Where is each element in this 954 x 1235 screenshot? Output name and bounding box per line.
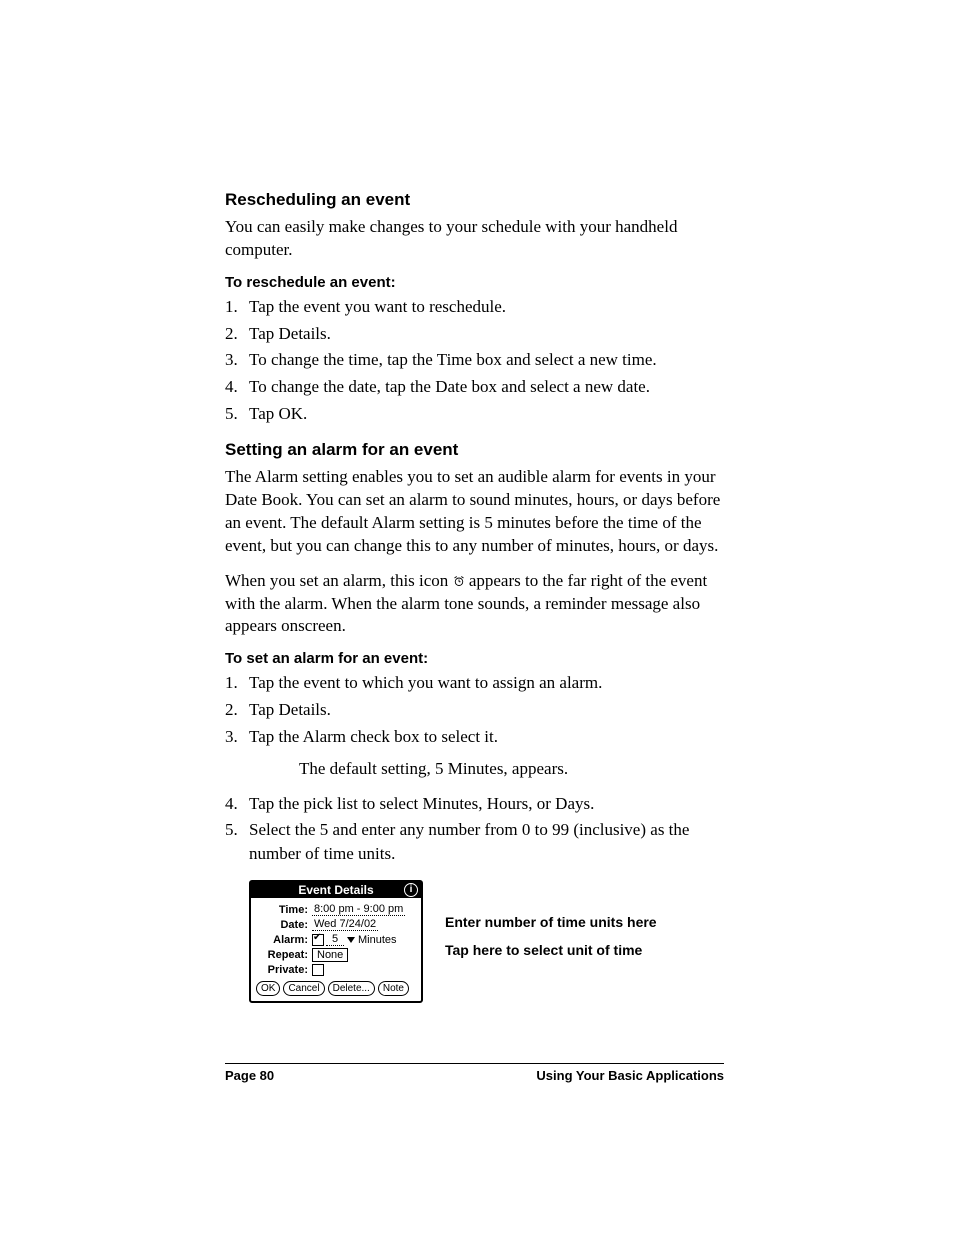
dialog-title: Event Details <box>298 883 373 897</box>
step: Select the 5 and enter any number from 0… <box>249 818 724 866</box>
ok-button[interactable]: OK <box>256 981 280 996</box>
heading-alarm: Setting an alarm for an event <box>225 440 724 460</box>
dialog-titlebar: Event Details i <box>251 882 421 898</box>
callout-enter-number: Enter number of time units here <box>445 914 657 932</box>
event-details-dialog: Event Details i Time: 8:00 pm - 9:00 pm … <box>249 880 423 1003</box>
para-alarm-2: When you set an alarm, this icon appears… <box>225 570 724 639</box>
label-date: Date: <box>256 919 312 931</box>
para-alarm-2a: When you set an alarm, this icon <box>225 571 453 590</box>
footer-chapter: Using Your Basic Applications <box>536 1068 724 1083</box>
checkbox-alarm[interactable] <box>312 934 324 946</box>
steps-reschedule: 1.Tap the event you want to reschedule. … <box>225 295 724 426</box>
field-date[interactable]: Wed 7/24/02 <box>312 918 378 931</box>
field-alarm-unit[interactable]: Minutes <box>358 934 397 946</box>
step: Tap the pick list to select Minutes, Hou… <box>249 792 724 816</box>
label-time: Time: <box>256 904 312 916</box>
steps-set-alarm: 1.Tap the event to which you want to ass… <box>225 671 724 866</box>
step: Tap the event you want to reschedule. <box>249 295 724 319</box>
intro-rescheduling: You can easily make changes to your sche… <box>225 216 724 262</box>
figure-event-details: Event Details i Time: 8:00 pm - 9:00 pm … <box>249 880 724 1003</box>
label-repeat: Repeat: <box>256 949 312 961</box>
step-note: The default setting, 5 Minutes, appears. <box>299 757 724 781</box>
dropdown-icon[interactable] <box>347 937 355 943</box>
field-alarm-number[interactable]: 5 <box>326 933 344 946</box>
field-time[interactable]: 8:00 pm - 9:00 pm <box>312 903 405 916</box>
para-alarm-1: The Alarm setting enables you to set an … <box>225 466 724 558</box>
callout-select-unit: Tap here to select unit of time <box>445 942 657 960</box>
cancel-button[interactable]: Cancel <box>283 981 324 996</box>
label-private: Private: <box>256 964 312 976</box>
step: Tap OK. <box>249 402 724 426</box>
subhead-reschedule: To reschedule an event: <box>225 274 724 291</box>
subhead-set-alarm: To set an alarm for an event: <box>225 650 724 667</box>
delete-button[interactable]: Delete... <box>328 981 375 996</box>
step: To change the time, tap the Time box and… <box>249 348 724 372</box>
heading-rescheduling: Rescheduling an event <box>225 190 724 210</box>
note-button[interactable]: Note <box>378 981 409 996</box>
step: Tap Details. <box>249 698 724 722</box>
alarm-clock-icon <box>453 575 465 587</box>
step: Tap the Alarm check box to select it. Th… <box>249 725 724 789</box>
checkbox-private[interactable] <box>312 964 324 976</box>
callouts: Enter number of time units here Tap here… <box>445 880 657 959</box>
field-repeat[interactable]: None <box>312 948 348 962</box>
footer-page: Page 80 <box>225 1068 274 1083</box>
step: Tap Details. <box>249 322 724 346</box>
info-icon[interactable]: i <box>404 883 418 897</box>
footer-rule <box>225 1063 724 1064</box>
step: To change the date, tap the Date box and… <box>249 375 724 399</box>
label-alarm: Alarm: <box>256 934 312 946</box>
step: Tap the event to which you want to assig… <box>249 671 724 695</box>
